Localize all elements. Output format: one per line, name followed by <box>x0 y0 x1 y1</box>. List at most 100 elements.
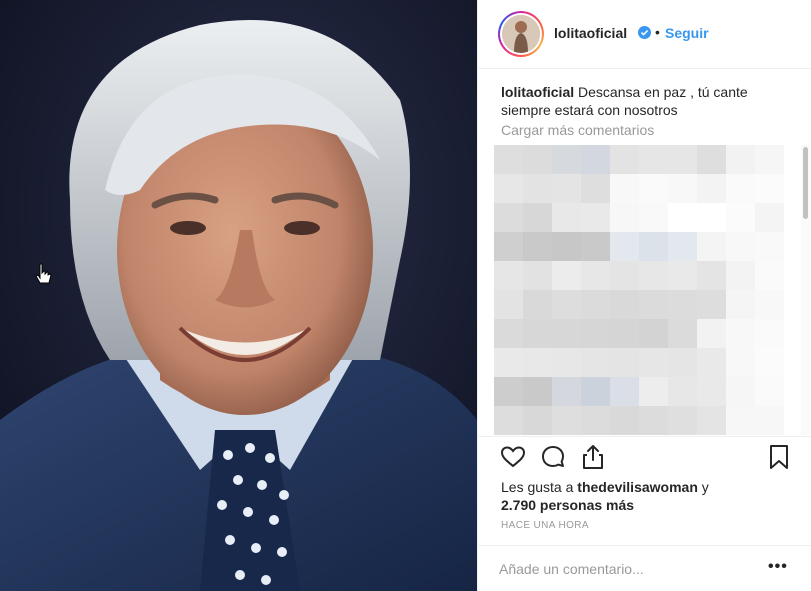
blurred-pixel <box>581 348 610 377</box>
blurred-pixel <box>755 319 784 348</box>
blurred-pixel <box>494 174 523 203</box>
like-heart-icon[interactable] <box>499 443 527 471</box>
blurred-pixel <box>639 319 668 348</box>
blurred-comments <box>494 145 784 435</box>
blurred-pixel <box>581 290 610 319</box>
blurred-pixel <box>726 406 755 435</box>
blurred-pixel <box>552 290 581 319</box>
blurred-pixel <box>610 261 639 290</box>
post-photo[interactable] <box>0 0 477 591</box>
action-bar <box>478 436 811 476</box>
blurred-pixel <box>610 290 639 319</box>
author-username[interactable]: lolitaoficial <box>554 25 627 41</box>
blurred-pixel <box>697 203 726 232</box>
blurred-pixel <box>668 406 697 435</box>
blurred-pixel <box>639 174 668 203</box>
blurred-pixel <box>552 348 581 377</box>
blurred-pixel <box>668 348 697 377</box>
blurred-pixel <box>726 145 755 174</box>
blurred-pixel <box>639 290 668 319</box>
blurred-pixel <box>668 232 697 261</box>
verified-badge-icon <box>638 26 651 39</box>
comment-input[interactable] <box>499 558 749 580</box>
blurred-pixel <box>494 232 523 261</box>
blurred-pixel <box>581 406 610 435</box>
comment-bubble-icon[interactable] <box>539 443 567 471</box>
blurred-pixel <box>610 232 639 261</box>
blurred-pixel <box>523 145 552 174</box>
blurred-pixel <box>610 406 639 435</box>
blurred-pixel <box>639 348 668 377</box>
blurred-pixel <box>755 406 784 435</box>
blurred-pixel <box>494 261 523 290</box>
blurred-pixel <box>581 174 610 203</box>
blurred-pixel <box>494 377 523 406</box>
add-comment-bar: ••• <box>478 545 811 591</box>
post-timestamp[interactable]: HACE UNA HORA <box>501 520 589 531</box>
blurred-pixel <box>726 174 755 203</box>
blurred-pixel <box>639 232 668 261</box>
blurred-pixel <box>697 290 726 319</box>
header-separator: • <box>655 24 660 40</box>
blurred-pixel <box>726 261 755 290</box>
blurred-pixel <box>523 348 552 377</box>
blurred-pixel <box>755 290 784 319</box>
blurred-pixel <box>552 174 581 203</box>
follow-button[interactable]: Seguir <box>665 25 709 41</box>
load-more-comments-button[interactable]: Cargar más comentarios <box>501 122 654 138</box>
blurred-pixel <box>726 290 755 319</box>
blurred-pixel <box>523 232 552 261</box>
blurred-pixel <box>610 174 639 203</box>
post-caption: lolitaoficial Descansa en paz , tú cante… <box>501 83 786 119</box>
caption-author[interactable]: lolitaoficial <box>501 84 574 100</box>
story-ring[interactable] <box>498 11 544 57</box>
blurred-pixel <box>494 319 523 348</box>
scroll-thumb[interactable] <box>803 147 808 219</box>
blurred-pixel <box>581 203 610 232</box>
blurred-pixel <box>523 377 552 406</box>
blurred-pixel <box>697 406 726 435</box>
blurred-pixel <box>610 348 639 377</box>
portrait-image <box>0 0 477 591</box>
blurred-pixel <box>668 261 697 290</box>
blurred-pixel <box>726 377 755 406</box>
post-details-panel: lolitaoficial • Seguir lolitaoficial Des… <box>477 0 811 591</box>
blurred-pixel <box>639 406 668 435</box>
comments-section: lolitaoficial Descansa en paz , tú cante… <box>478 70 811 435</box>
post-header: lolitaoficial • Seguir <box>478 0 811 69</box>
blurred-pixel <box>581 232 610 261</box>
share-upload-icon[interactable] <box>579 443 607 471</box>
blurred-pixel <box>581 261 610 290</box>
avatar[interactable] <box>502 15 540 53</box>
blurred-pixel <box>697 377 726 406</box>
blurred-pixel <box>726 232 755 261</box>
blurred-pixel <box>726 319 755 348</box>
blurred-pixel <box>523 174 552 203</box>
hand-cursor-icon <box>35 263 52 284</box>
more-options-button[interactable]: ••• <box>768 558 790 580</box>
blurred-pixel <box>755 261 784 290</box>
blurred-pixel <box>610 377 639 406</box>
blurred-pixel <box>755 174 784 203</box>
blurred-pixel <box>610 145 639 174</box>
avatar-image <box>502 15 540 53</box>
blurred-pixel <box>610 319 639 348</box>
blurred-pixel <box>755 377 784 406</box>
blurred-pixel <box>552 377 581 406</box>
blurred-pixel <box>726 348 755 377</box>
others-count-link[interactable]: 2.790 personas más <box>501 497 634 513</box>
blurred-pixel <box>755 145 784 174</box>
bookmark-icon[interactable] <box>765 443 793 471</box>
blurred-pixel <box>494 145 523 174</box>
blurred-pixel <box>697 319 726 348</box>
blurred-pixel <box>639 377 668 406</box>
blurred-pixel <box>697 348 726 377</box>
scrollbar[interactable] <box>801 145 810 435</box>
blurred-pixel <box>552 261 581 290</box>
blurred-pixel <box>755 203 784 232</box>
blurred-pixel <box>523 406 552 435</box>
likes-prefix: Les gusta a <box>501 479 574 495</box>
blurred-pixel <box>639 203 668 232</box>
blurred-pixel <box>697 145 726 174</box>
liked-by-username[interactable]: thedevilisawoman <box>577 479 698 495</box>
